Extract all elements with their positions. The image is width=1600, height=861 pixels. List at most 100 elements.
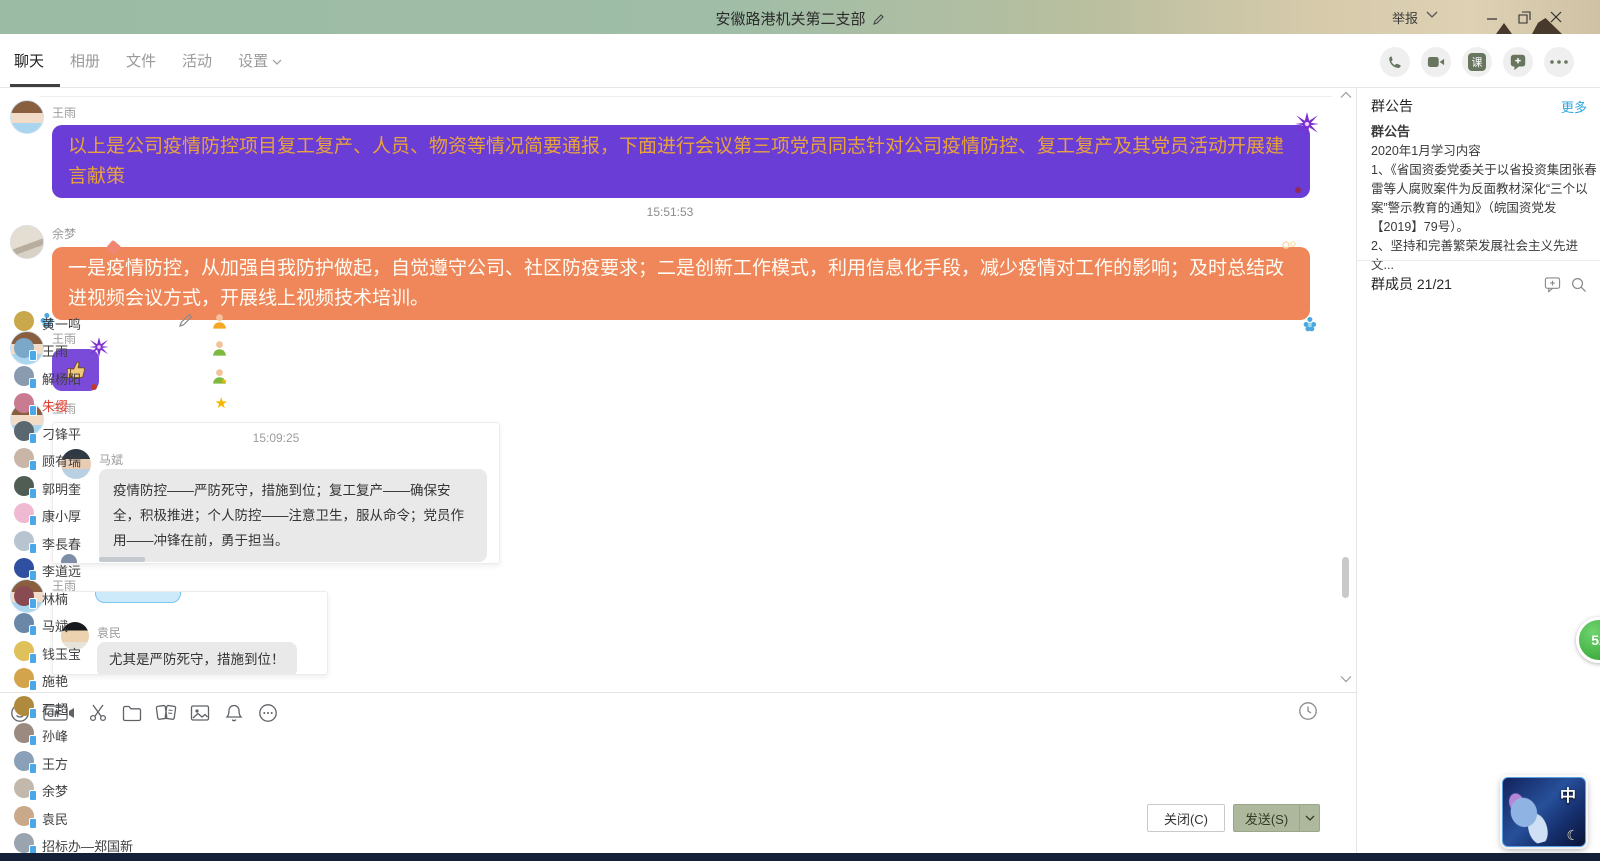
member-name: 王雨 — [42, 341, 68, 360]
avatar — [14, 338, 34, 358]
member-name: 解杨阳 — [42, 369, 81, 388]
invite-member-icon[interactable] — [1544, 276, 1561, 293]
member-name: 李長春 — [42, 534, 81, 553]
avatar — [14, 558, 34, 578]
member-row[interactable]: 石超 — [0, 696, 244, 720]
mobile-badge-icon — [29, 570, 37, 581]
report-chevron-icon[interactable] — [1426, 11, 1440, 21]
avatar — [14, 476, 34, 496]
member-row[interactable]: 刁锋平 — [0, 421, 244, 445]
sender-name: 王雨 — [52, 104, 76, 121]
member-name: 朱缨 — [42, 396, 68, 415]
ime-mode-label: 中 — [1560, 782, 1576, 806]
class-button[interactable]: 课 — [1462, 47, 1492, 77]
avatar — [14, 778, 34, 798]
member-row[interactable]: 袁民 — [0, 806, 244, 830]
restore-button[interactable] — [1511, 6, 1537, 28]
tab-album[interactable]: 相册 — [70, 50, 100, 87]
member-name: 顾有瑞 — [42, 451, 81, 470]
avatar[interactable] — [10, 100, 44, 134]
avatar — [14, 311, 34, 331]
send-button[interactable]: 发送(S) — [1233, 804, 1299, 832]
announcement-item: 1、《省国资委党委关于以省投资集团张春雷等人腐败案件为反面教材深化“三个以案”警… — [1371, 161, 1599, 237]
close-chat-button[interactable]: 关闭(C) — [1147, 804, 1225, 832]
avatar — [14, 531, 34, 551]
member-row[interactable]: 王方 — [0, 751, 244, 775]
edit-title-icon[interactable] — [872, 13, 885, 26]
mobile-badge-icon — [29, 460, 37, 471]
scroll-down-icon[interactable] — [1340, 675, 1352, 683]
admin-person-star-icon: ★ — [211, 367, 228, 385]
avatar — [14, 806, 34, 826]
mobile-badge-icon — [29, 433, 37, 444]
mobile-badge-icon — [29, 680, 37, 691]
mobile-badge-icon — [29, 378, 37, 389]
avatar — [14, 503, 34, 523]
admin-person-icon — [211, 339, 228, 357]
bubble-decoration-icon — [1295, 187, 1301, 193]
mobile-badge-icon — [29, 405, 37, 416]
mobile-badge-icon — [29, 598, 37, 609]
announcement-more-link[interactable]: 更多 — [1561, 97, 1587, 116]
minimize-button[interactable] — [1479, 6, 1505, 28]
pencil-icon[interactable] — [178, 312, 194, 328]
avatar — [14, 586, 34, 606]
member-row[interactable]: 孙峰 — [0, 723, 244, 747]
member-row[interactable]: 解杨阳 ★ — [0, 366, 244, 390]
member-row[interactable]: 康小厚 — [0, 503, 244, 527]
ime-input-panel[interactable]: 中 ☾ — [1502, 777, 1586, 847]
member-row[interactable]: 顾有瑞 — [0, 448, 244, 472]
member-row[interactable]: 钱玉宝 — [0, 641, 244, 665]
announcement-header: 群公告 — [1371, 96, 1413, 116]
chevron-down-icon — [272, 59, 282, 66]
search-member-icon[interactable] — [1570, 276, 1587, 293]
member-name: 石超 — [42, 699, 68, 718]
mobile-badge-icon — [29, 543, 37, 554]
tab-chat[interactable]: 聊天 — [14, 50, 44, 87]
member-row[interactable]: 余梦 — [0, 778, 244, 802]
member-row[interactable]: 王雨 — [0, 338, 244, 362]
tabbar: 聊天 相册 文件 活动 设置 课 — [0, 34, 1600, 88]
tab-activity[interactable]: 活动 — [182, 50, 212, 87]
mobile-badge-icon — [29, 515, 37, 526]
avatar — [14, 668, 34, 688]
member-row[interactable]: 林楠 — [0, 586, 244, 610]
svg-text:★: ★ — [220, 377, 227, 385]
message-history-clock-icon[interactable] — [1296, 699, 1320, 723]
more-button[interactable] — [1544, 47, 1574, 77]
tab-files[interactable]: 文件 — [126, 50, 156, 87]
member-row[interactable]: 李道远 — [0, 558, 244, 582]
mobile-badge-icon — [29, 735, 37, 746]
member-name: 余梦 — [42, 781, 68, 800]
voice-call-button[interactable] — [1380, 47, 1410, 77]
member-name: 林楠 — [42, 589, 68, 608]
member-row[interactable]: 李長春 — [0, 531, 244, 555]
avatar — [14, 421, 34, 441]
member-name: 施艳 — [42, 671, 68, 690]
members-header: 群成员 21/21 — [1371, 274, 1452, 294]
avatar — [14, 448, 34, 468]
ime-figure-art — [1503, 783, 1562, 847]
avatar — [14, 751, 34, 771]
scroll-up-icon[interactable] — [1340, 91, 1352, 99]
more-tools-icon[interactable] — [256, 701, 280, 725]
member-row[interactable]: 马斌 — [0, 613, 244, 637]
divider — [1357, 260, 1600, 261]
member-row[interactable]: 朱缨 ★ — [0, 393, 244, 417]
announcement-line: 2020年1月学习内容 — [1371, 142, 1599, 161]
member-name: 黄一鸣 — [42, 314, 81, 333]
chat-scrollbar-thumb[interactable] — [1342, 557, 1349, 598]
add-chat-button[interactable] — [1503, 47, 1533, 77]
member-name: 郭明奎 — [42, 479, 81, 498]
star-icon: ★ — [215, 394, 228, 412]
report-link[interactable]: 举报 — [1392, 8, 1418, 27]
video-call-button[interactable] — [1421, 47, 1451, 77]
member-row[interactable]: 施艳 — [0, 668, 244, 692]
member-row[interactable]: 黄一鸣 — [0, 311, 244, 335]
send-options-button[interactable] — [1299, 804, 1320, 832]
close-button[interactable] — [1543, 6, 1569, 28]
member-row[interactable]: 郭明奎 — [0, 476, 244, 500]
avatar[interactable] — [10, 225, 44, 259]
window-title: 安徽路港机关第二支部 — [0, 8, 1600, 29]
tab-settings[interactable]: 设置 — [238, 50, 282, 87]
